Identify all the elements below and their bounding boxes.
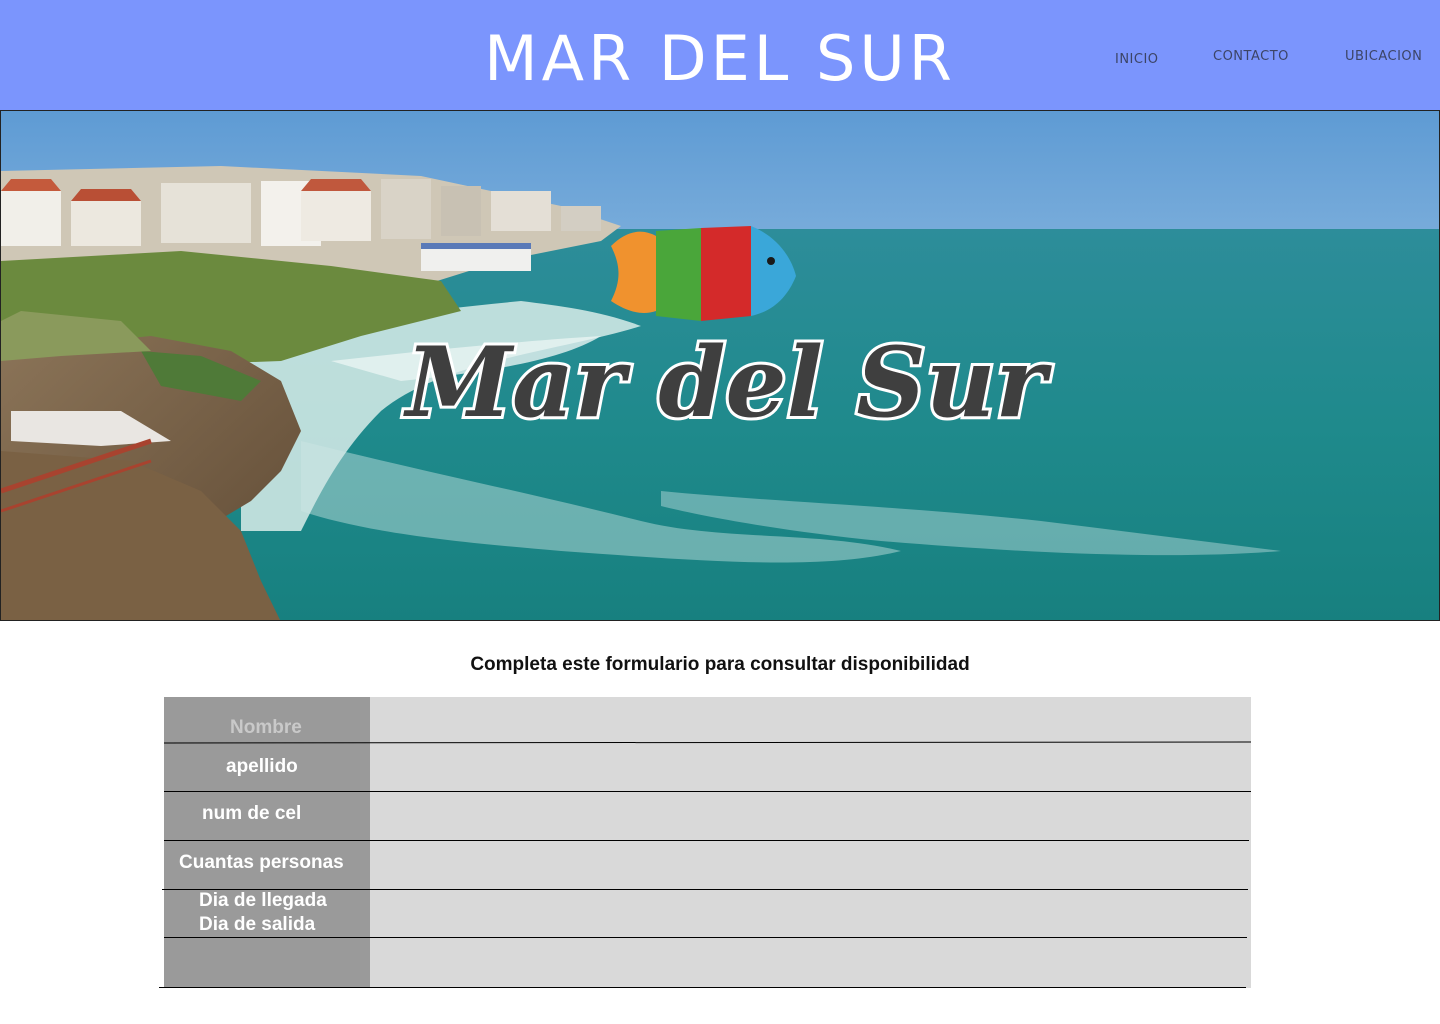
label-apellido: apellido — [226, 756, 298, 777]
num-cel-input[interactable] — [370, 792, 1251, 838]
salida-input[interactable] — [370, 939, 1251, 985]
label-num-cel: num de cel — [202, 803, 302, 824]
logo-fish — [611, 226, 796, 321]
row-divider — [164, 840, 1249, 841]
nav-contacto[interactable]: CONTACTO — [1213, 49, 1289, 64]
nav-inicio[interactable]: INICIO — [1115, 52, 1159, 67]
form-label-column — [164, 697, 370, 988]
site-header: MAR DEL SUR INICIO CONTACTO UBICACION — [0, 0, 1440, 110]
label-llegada: Dia de llegada — [199, 890, 327, 911]
label-salida: Dia de salida — [199, 914, 316, 935]
row-divider — [159, 987, 1246, 988]
nav-ubicacion[interactable]: UBICACION — [1345, 49, 1422, 64]
row-divider — [164, 937, 1247, 938]
hero-image: Mar del Sur — [0, 110, 1440, 621]
row-divider — [162, 889, 1248, 890]
availability-form: Nombre apellido num de cel Cuantas perso… — [159, 697, 1252, 988]
coastline-photo: Mar del Sur — [1, 111, 1439, 620]
llegada-input[interactable] — [370, 890, 1251, 936]
row-divider — [164, 791, 1251, 792]
label-nombre: Nombre — [230, 717, 302, 738]
nombre-input[interactable] — [370, 699, 1251, 741]
logo-text: Mar del Sur — [403, 326, 1053, 439]
apellido-input[interactable] — [370, 743, 1251, 789]
personas-input[interactable] — [370, 841, 1251, 887]
label-personas: Cuantas personas — [179, 852, 344, 873]
form-heading: Completa este formulario para consultar … — [470, 654, 970, 675]
